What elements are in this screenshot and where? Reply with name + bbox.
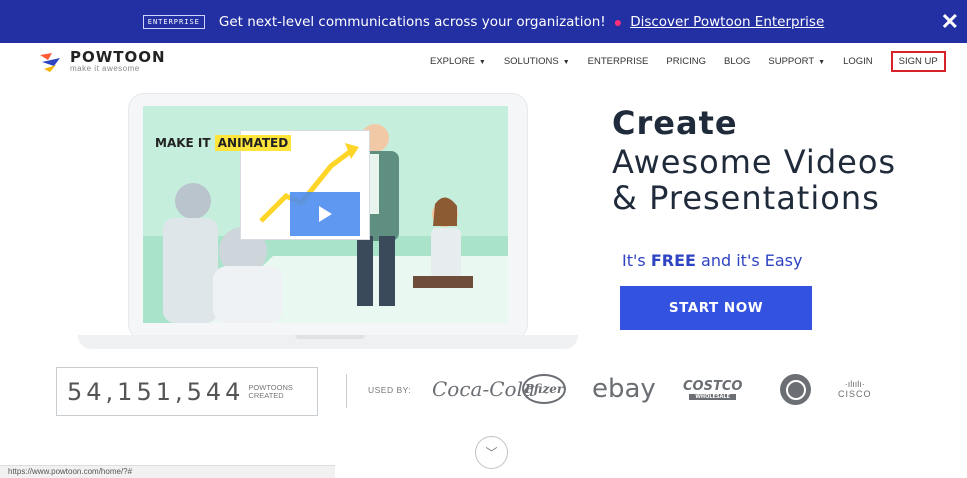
- nav-support-label: SUPPORT: [768, 55, 815, 67]
- cisco-bars-icon: ·ılıılı·: [844, 379, 865, 389]
- play-icon: [318, 206, 332, 222]
- powtoons-counter: 54,151,544 POWTOONS CREATED: [56, 367, 318, 416]
- hero-title: Create: [612, 104, 738, 142]
- powtoon-logo[interactable]: POWTOON make it awesome: [38, 50, 166, 73]
- banner-message: Get next-level communications across you…: [218, 13, 606, 30]
- nav-enterprise[interactable]: ENTERPRISE: [588, 56, 649, 67]
- count-label-line2: CREATED: [248, 390, 284, 400]
- enterprise-banner: ENTERPRISE Get next-level communications…: [0, 0, 967, 43]
- sign-up-button[interactable]: SIGN UP: [890, 50, 946, 72]
- enterprise-badge: ENTERPRISE: [142, 14, 205, 29]
- starbucks-ring-icon: [785, 379, 806, 400]
- nav-support[interactable]: SUPPORT ▼: [768, 56, 825, 67]
- discover-enterprise-link[interactable]: Discover Powtoon Enterprise: [630, 14, 824, 30]
- powtoons-created-label: POWTOONS CREATED: [248, 383, 292, 400]
- costco-wordmark: COSTCO: [683, 378, 743, 394]
- nav-pricing[interactable]: PRICING: [666, 56, 706, 67]
- cisco-wordmark: CISCO: [838, 389, 872, 399]
- ebay-logo: ebay: [592, 374, 656, 404]
- starbucks-logo: [780, 374, 811, 405]
- free-bold: FREE: [650, 251, 696, 270]
- costco-sub: WHOLESALE: [689, 393, 737, 400]
- chevron-down-icon: ▼: [562, 58, 570, 66]
- chevron-down-icon: ▼: [478, 58, 486, 66]
- pfizer-logo: Pfizer: [522, 374, 566, 404]
- make-it-animated-label: MAKE IT ANIMATED: [155, 135, 292, 151]
- nav-solutions-label: SOLUTIONS: [503, 55, 559, 67]
- nav-login[interactable]: LOGIN: [843, 56, 873, 67]
- start-now-button[interactable]: START NOW: [620, 286, 812, 330]
- main-nav: EXPLORE ▼ SOLUTIONS ▼ ENTERPRISE PRICING B…: [430, 50, 946, 72]
- nav-explore-label: EXPLORE: [430, 55, 475, 67]
- status-bar-url: https://www.powtoon.com/home/?#: [0, 465, 335, 478]
- hero-subtitle: Awesome Videos & Presentations: [612, 143, 897, 217]
- powtoons-count: 54,151,544: [67, 377, 245, 406]
- stats-divider: [346, 374, 347, 408]
- free-tagline: It's FREE and it's Easy: [622, 251, 802, 270]
- powtoon-logo-icon: [40, 52, 60, 72]
- play-video-button[interactable]: [290, 192, 360, 236]
- costco-logo: COSTCO WHOLESALE: [683, 374, 742, 404]
- cisco-logo: ·ılıılı· CISCO: [838, 374, 872, 404]
- free-prefix: It's: [622, 251, 646, 270]
- make-it-text: MAKE IT: [155, 136, 211, 150]
- chevron-down-icon: ﹀: [485, 446, 498, 460]
- chevron-down-icon: ▼: [818, 58, 826, 66]
- nav-explore[interactable]: EXPLORE ▼: [430, 56, 486, 67]
- close-icon[interactable]: ✕: [941, 9, 959, 35]
- banner-dot-icon: ●: [613, 13, 623, 30]
- logo-name: POWTOON: [70, 48, 166, 66]
- animated-highlight: ANIMATED: [214, 135, 292, 151]
- nav-solutions[interactable]: SOLUTIONS ▼: [504, 56, 570, 67]
- nav-blog[interactable]: BLOG: [724, 56, 750, 67]
- used-by-label: USED BY:: [368, 385, 412, 395]
- coca-cola-logo: Coca-Cola: [432, 377, 535, 401]
- scroll-down-button[interactable]: ﹀: [475, 436, 508, 469]
- laptop-notch: [295, 335, 365, 339]
- free-suffix: and it's Easy: [701, 251, 803, 270]
